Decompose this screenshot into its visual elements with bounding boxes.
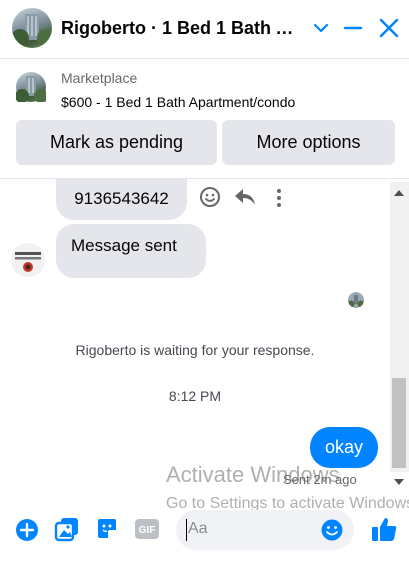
message-bubble[interactable]: 9136543642: [56, 178, 187, 220]
message-text: okay: [324, 437, 364, 457]
scrollbar-thumb[interactable]: [392, 378, 406, 468]
mark-as-pending-button[interactable]: Mark as pending: [16, 120, 217, 165]
chevron-down-icon[interactable]: [312, 20, 330, 36]
reply-icon[interactable]: [234, 187, 256, 207]
message-input-placeholder: Aa: [188, 520, 208, 537]
message-text: Message sent: [71, 236, 177, 255]
plus-icon[interactable]: [15, 518, 39, 542]
chat-header: Rigoberto · 1 Bed 1 Bath A…: [0, 0, 409, 58]
minimize-icon[interactable]: [343, 20, 363, 36]
marketplace-label: Marketplace: [61, 70, 138, 86]
emoji-icon[interactable]: [320, 518, 344, 542]
message-timestamp: 8:12 PM: [168, 388, 222, 404]
chat-title[interactable]: Rigoberto · 1 Bed 1 Bath A…: [61, 18, 301, 39]
thumbs-up-icon[interactable]: [370, 515, 398, 543]
sticker-icon[interactable]: [94, 516, 120, 542]
activation-watermark-title: Activate Windows: [166, 462, 340, 487]
photo-icon[interactable]: [54, 516, 80, 542]
scroll-up-arrow[interactable]: [393, 185, 405, 196]
gif-icon[interactable]: GIF: [134, 517, 160, 541]
listing-title[interactable]: $600 - 1 Bed 1 Bath Apartment/condo: [61, 94, 295, 110]
text-cursor: [186, 519, 187, 541]
more-options-button[interactable]: More options: [222, 120, 395, 165]
contact-avatar[interactable]: [12, 8, 52, 48]
message-text: 9136543642: [74, 189, 169, 208]
message-bubble[interactable]: Message sent: [56, 224, 206, 278]
scroll-down-arrow[interactable]: [393, 474, 405, 485]
svg-text:GIF: GIF: [139, 525, 156, 536]
message-input[interactable]: Aa: [176, 510, 354, 550]
header-divider: [0, 58, 409, 59]
close-icon[interactable]: [378, 17, 400, 39]
more-actions-icon[interactable]: [272, 187, 286, 209]
sender-avatar[interactable]: [11, 243, 45, 277]
listing-thumbnail[interactable]: [15, 72, 48, 103]
read-receipt-avatar: [348, 292, 364, 308]
waiting-notice: Rigoberto is waiting for your response.: [75, 342, 315, 358]
react-icon[interactable]: [199, 186, 221, 208]
